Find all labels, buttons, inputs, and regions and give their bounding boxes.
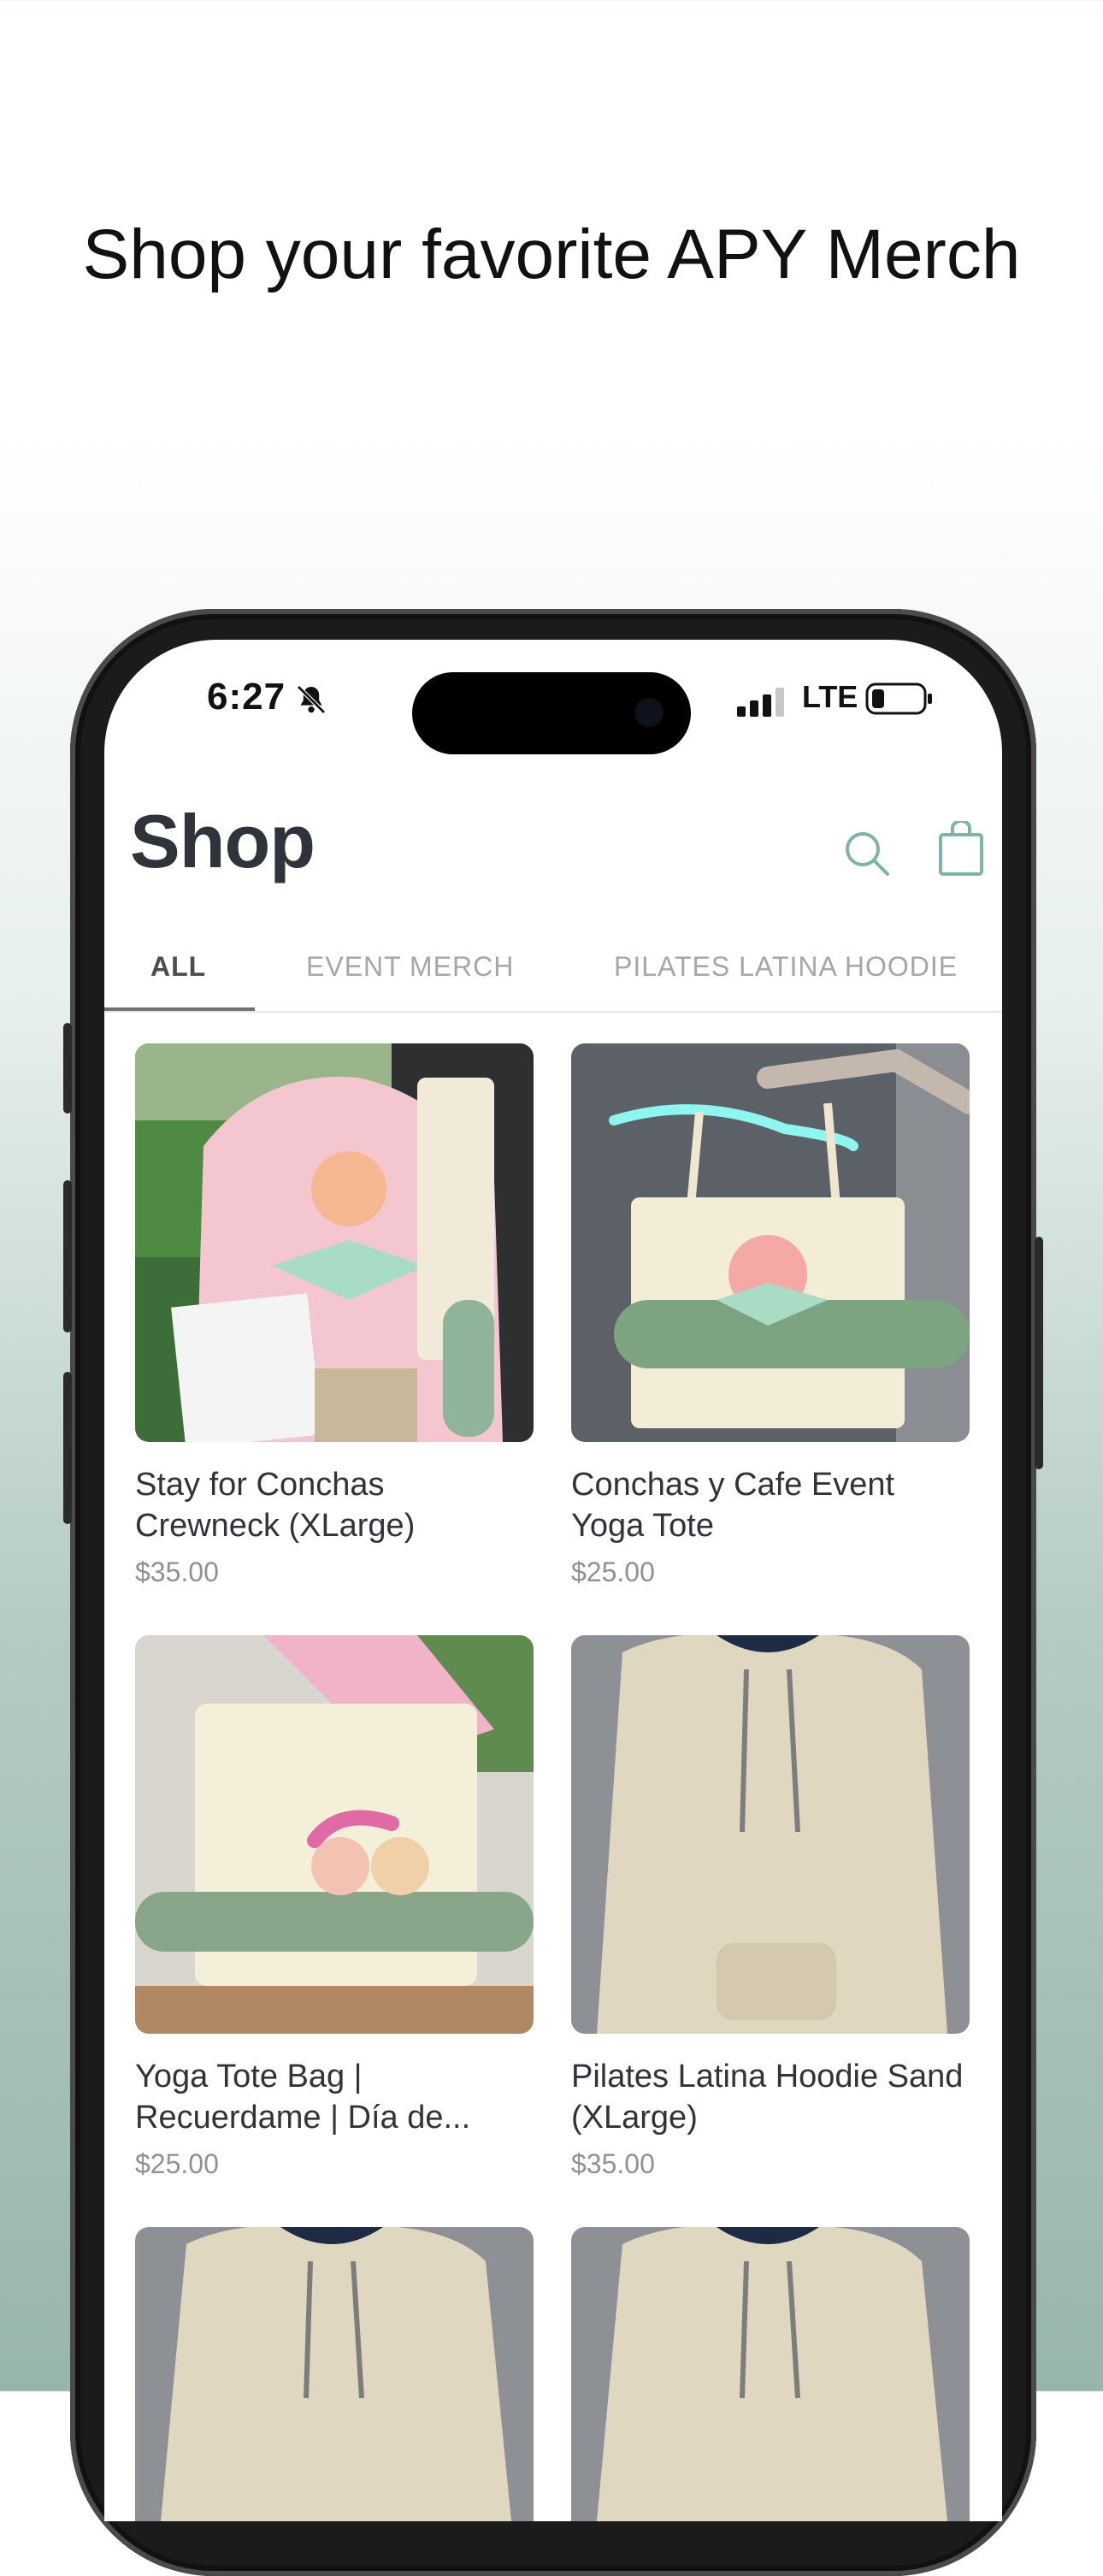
page-title: Shop — [130, 799, 316, 883]
tab-event-merch[interactable]: EVENT MERCH — [306, 931, 514, 1011]
tab-all[interactable]: ALL — [150, 931, 206, 1011]
cart-button[interactable] — [935, 819, 987, 877]
product-card[interactable]: Yoga Tote Bag | Recuerdame | Día de... $… — [135, 1635, 534, 2180]
side-button — [63, 1023, 72, 1114]
product-card[interactable]: Pilates Latina Hoodie Sand (XLarge) $35.… — [571, 1635, 970, 2180]
status-time: 6:27 — [207, 676, 286, 718]
battery-icon — [865, 682, 934, 719]
dynamic-island — [412, 672, 691, 754]
product-image — [571, 1635, 970, 2034]
product-name: Stay for Conchas Crewneck (XLarge) — [135, 1467, 416, 1544]
network-type: LTE — [802, 679, 858, 714]
product-card[interactable]: Conchas y Cafe Event Yoga Tote $25.00 — [571, 1043, 970, 1588]
signal-icon — [737, 688, 787, 721]
active-tab-indicator — [104, 1007, 255, 1011]
product-name: Pilates Latina Hoodie Sand (XLarge) — [571, 2059, 964, 2136]
category-tabs: ALL EVENT MERCH PILATES LATINA HOODIE — [104, 931, 1002, 1013]
tab-pilates-latina-hoodie[interactable]: PILATES LATINA HOODIE — [614, 931, 958, 1011]
marketing-headline: Shop your favorite APY Merch — [82, 216, 1021, 293]
product-price: $25.00 — [135, 2148, 219, 2179]
side-button — [63, 1180, 72, 1332]
product-image — [135, 1635, 534, 2034]
side-button — [1035, 1237, 1043, 1469]
search-button[interactable] — [841, 828, 893, 879]
product-image[interactable] — [571, 2227, 970, 2521]
bell-slash-icon — [294, 682, 328, 721]
product-name: Conchas y Cafe Event Yoga Tote — [571, 1467, 895, 1544]
side-button — [63, 1372, 72, 1524]
product-price: $35.00 — [571, 2148, 655, 2179]
app-screen: 6:27 LTE Shop ALL EVENT MERCH PILATES LA… — [104, 640, 1002, 2521]
product-image[interactable] — [135, 2227, 534, 2521]
shopping-bag-icon — [939, 819, 983, 876]
product-image — [135, 1043, 534, 1442]
product-price: $25.00 — [571, 1557, 655, 1587]
product-card[interactable]: Stay for Conchas Crewneck (XLarge) $35.0… — [135, 1043, 534, 1588]
product-name: Yoga Tote Bag | Recuerdame | Día de... — [135, 2059, 471, 2136]
search-icon — [846, 832, 889, 876]
product-price: $35.00 — [135, 1557, 219, 1587]
product-image — [571, 1043, 970, 1442]
camera-icon — [638, 701, 660, 724]
